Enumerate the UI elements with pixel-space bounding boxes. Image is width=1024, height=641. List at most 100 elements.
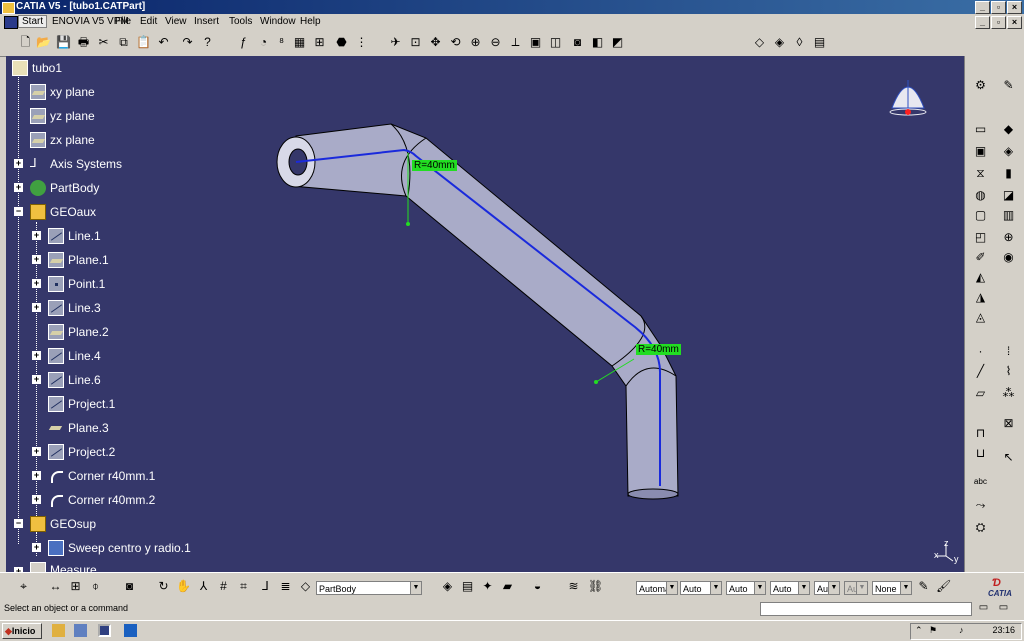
analysis-icon[interactable]: ⊓ <box>973 426 988 441</box>
copy-geometry-icon[interactable]: ◈ <box>440 579 455 594</box>
list-icon[interactable]: ≣ <box>278 579 293 594</box>
tree-item-project-2[interactable]: Project.2 <box>48 443 115 461</box>
rotate-icon[interactable]: ⟲ <box>448 35 463 50</box>
number-icon[interactable]: # <box>216 579 231 594</box>
redo-icon[interactable]: ↷ <box>180 35 195 50</box>
expand-axis-systems[interactable]: + <box>14 159 23 168</box>
grid-snap-icon[interactable]: ⌗ <box>236 579 251 594</box>
chain-icon[interactable]: ⛓ <box>588 579 603 594</box>
cut-icon[interactable]: ✂ <box>96 35 111 50</box>
split-icon[interactable]: ◮ <box>973 290 988 305</box>
expand-corner-1[interactable]: + <box>32 471 41 480</box>
transform-icon[interactable]: ⊠ <box>1001 416 1016 431</box>
abc-text-icon[interactable]: ᵃᵇᶜ <box>973 476 988 491</box>
zoom-out-icon[interactable]: ⊖ <box>488 35 503 50</box>
target-icon[interactable]: ⊕ <box>1001 230 1016 245</box>
select-arrow-icon[interactable]: ↖ <box>1001 450 1016 465</box>
pen-icon[interactable]: ✐ <box>973 250 988 265</box>
pipe-surface[interactable] <box>291 123 679 497</box>
offset-icon[interactable]: ▢ <box>973 208 988 223</box>
expand-project-2[interactable]: + <box>32 447 41 456</box>
part-design-icon[interactable]: ◇ <box>752 35 767 50</box>
stack-icon[interactable]: ≋ <box>566 579 581 594</box>
pipe-end-bottom[interactable] <box>627 488 679 500</box>
formula-icon[interactable]: ƒ <box>236 35 251 50</box>
menu-window[interactable]: Window <box>260 16 296 27</box>
catia-app-icon[interactable] <box>2 2 15 14</box>
tree-item-line-3[interactable]: Line.3 <box>48 299 101 317</box>
minimize-button[interactable]: _ <box>975 1 990 14</box>
menu-view[interactable]: View <box>165 16 187 27</box>
hierarchy-icon[interactable]: ⋮ <box>354 35 369 50</box>
tree-item-xy-plane[interactable]: xy plane <box>30 83 95 101</box>
radius-annotation-1[interactable]: R=40mm <box>412 160 457 171</box>
plane-tool-icon[interactable]: ▱ <box>973 386 988 401</box>
tree-item-line-4[interactable]: Line.4 <box>48 347 101 365</box>
tray-network-icon[interactable]: ⚑ <box>929 625 937 636</box>
combo-5[interactable]: Aut <box>814 581 840 595</box>
combo-1[interactable]: Automa <box>636 581 678 595</box>
new-icon[interactable]: 🗋 <box>18 35 33 50</box>
expand-line-1[interactable]: + <box>32 231 41 240</box>
menu-insert[interactable]: Insert <box>194 16 219 27</box>
combo-4[interactable]: Auto <box>770 581 810 595</box>
tree-item-corner-1[interactable]: Corner r40mm.1 <box>48 467 155 485</box>
tree-item-plane-1[interactable]: Plane.1 <box>48 251 109 269</box>
tree-item-geosup[interactable]: GEOsup <box>30 515 96 533</box>
revolve-icon[interactable]: ▣ <box>973 144 988 159</box>
connect-icon[interactable]: ⊔ <box>973 446 988 461</box>
pan-icon[interactable]: ✥ <box>428 35 443 50</box>
command-input[interactable] <box>760 602 972 616</box>
combo-2[interactable]: Auto <box>680 581 722 595</box>
tree-item-yz-plane[interactable]: yz plane <box>30 107 95 125</box>
menu-start[interactable]: Start <box>18 15 48 28</box>
start-button[interactable]: ◆Inicio <box>2 623 42 639</box>
expand-partbody[interactable]: + <box>14 183 23 192</box>
save-icon[interactable]: 💾 <box>56 35 71 50</box>
extremum-icon[interactable]: ⁞ <box>1001 344 1016 359</box>
point-tool-icon[interactable]: · <box>973 344 988 359</box>
expand-corner-2[interactable]: + <box>32 495 41 504</box>
hand-icon[interactable]: ✋ <box>176 579 191 594</box>
trim-icon[interactable]: ◬ <box>973 310 988 325</box>
restore-button[interactable]: ▫ <box>991 1 1006 14</box>
workbench-icon[interactable]: ▤ <box>812 35 827 50</box>
combo-none[interactable]: None <box>872 581 912 595</box>
collapse-geosup[interactable]: − <box>14 519 23 528</box>
swap-space-icon[interactable]: ◩ <box>610 35 625 50</box>
copy-icon[interactable]: ⧉ <box>116 35 131 50</box>
tree-icon[interactable]: ⊞ <box>312 35 327 50</box>
line-tool-icon[interactable]: ╱ <box>973 364 988 379</box>
zoom-in-icon[interactable]: ⊕ <box>468 35 483 50</box>
tree-item-project-1[interactable]: Project.1 <box>48 395 115 413</box>
measure-inertia-icon[interactable]: ⌽ <box>88 579 103 594</box>
doc-close-button[interactable]: × <box>1007 16 1022 29</box>
polyline-icon[interactable]: ⌇ <box>1001 364 1016 379</box>
body-selector[interactable]: PartBody <box>316 581 422 595</box>
menu-help[interactable]: Help <box>300 16 321 27</box>
catia-taskbar-button[interactable] <box>98 624 111 637</box>
doc-restore-button[interactable]: ▫ <box>991 16 1006 29</box>
tree-root[interactable]: tubo1 <box>12 59 62 77</box>
folder-taskbar-icon[interactable] <box>52 624 65 637</box>
axis-tool-icon[interactable]: ⅃ <box>258 579 273 594</box>
normal-view-icon[interactable]: ⟂ <box>508 35 523 50</box>
shape-icon[interactable]: ◉ <box>1001 250 1016 265</box>
fly-mode-icon[interactable]: ✈ <box>388 35 403 50</box>
whats-this-icon[interactable]: ? <box>200 35 215 50</box>
table-icon[interactable]: ▦ <box>292 35 307 50</box>
combo-3[interactable]: Auto <box>726 581 766 595</box>
menu-file[interactable]: File <box>115 16 131 27</box>
expand-sweep[interactable]: + <box>32 543 41 552</box>
fill-icon[interactable]: ▮ <box>1001 166 1016 181</box>
tray-arrow-icon[interactable]: ⌃ <box>915 625 923 636</box>
collapse-geoaux[interactable]: − <box>14 207 23 216</box>
tree-item-measure[interactable]: Measure <box>30 561 97 572</box>
cmd-stop-icon[interactable]: ▭ <box>996 600 1011 615</box>
sketcher-gear-icon[interactable]: ⚙ <box>973 78 988 93</box>
shading-icon[interactable]: ◙ <box>570 35 585 50</box>
measure-between-icon[interactable]: ↔ <box>48 579 63 594</box>
expand-line-4[interactable]: + <box>32 351 41 360</box>
knowledge-icon[interactable]: ◔ <box>256 35 271 50</box>
menu-tools[interactable]: Tools <box>229 16 252 27</box>
